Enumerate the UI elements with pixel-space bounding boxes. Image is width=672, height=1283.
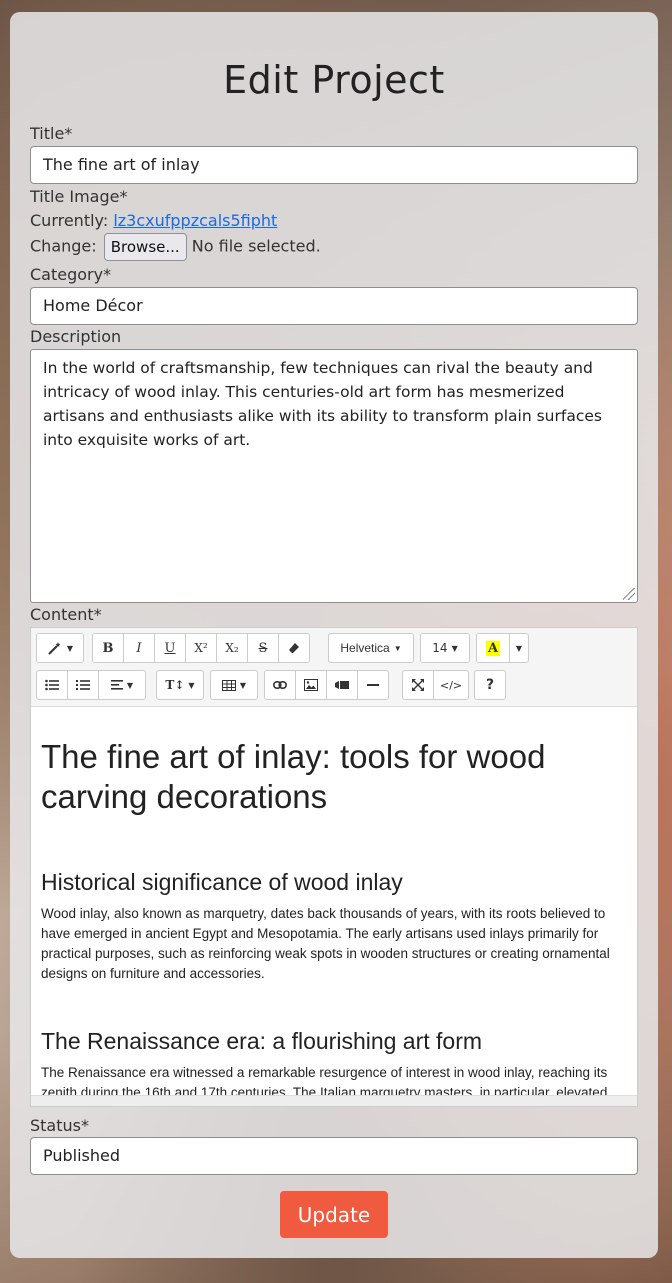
change-label: Change: [30,236,97,256]
section-paragraph-2: The Renaissance era witnessed a remarkab… [41,1065,608,1096]
magic-wand-icon[interactable]: ▼ [36,633,84,663]
resize-grip-icon[interactable] [623,588,635,600]
bold-button[interactable]: B [92,633,124,663]
horizontal-rule-icon[interactable] [357,670,389,700]
editor-content[interactable]: The fine art of inlay: tools for wood ca… [31,707,637,1096]
italic-button[interactable]: I [123,633,155,663]
editor-toolbar: ▼ B I U X² X₂ S Helvetica ▼ 14 ▼ A ▼ ▼ T… [31,628,637,707]
font-size-dropdown[interactable]: 14 ▼ [420,633,470,663]
align-icon[interactable]: ▼ [98,670,146,700]
fullscreen-icon[interactable] [402,670,434,700]
status-input[interactable]: Published [30,1137,638,1175]
editor-resize-bar[interactable] [31,1095,637,1106]
description-text: In the world of craftsmanship, few techn… [43,359,602,449]
description-textarea[interactable]: In the world of craftsmanship, few techn… [30,349,638,603]
currently-row: Currently: lz3cxufppzcals5fipht [30,211,277,230]
section-heading-2: The Renaissance era: a flourishing art f… [41,1028,483,1054]
change-row: Change: Browse... No file selected. [30,233,321,261]
currently-label: Currently: [30,211,109,230]
image-icon[interactable] [295,670,327,700]
table-icon[interactable]: ▼ [210,670,258,700]
rich-text-editor[interactable]: ▼ B I U X² X₂ S Helvetica ▼ 14 ▼ A ▼ ▼ T… [30,627,638,1107]
section-heading-1: Historical significance of wood inlay [41,869,403,895]
color-dropdown-icon[interactable]: ▼ [509,633,529,663]
category-label: Category* [30,265,112,284]
status-label: Status* [30,1116,89,1135]
strikethrough-button[interactable]: S [247,633,279,663]
browse-button[interactable]: Browse... [103,233,187,261]
superscript-button[interactable]: X² [185,633,217,663]
content-label: Content* [30,605,102,624]
title-image-label: Title Image* [30,187,128,206]
section-paragraph-1: Wood inlay, also known as marquetry, dat… [41,906,610,981]
subscript-button[interactable]: X₂ [216,633,248,663]
code-view-button[interactable]: </> [433,670,470,700]
title-input[interactable]: The fine art of inlay [30,146,638,184]
edit-project-card: Edit Project Title* The fine art of inla… [10,12,658,1258]
update-button[interactable]: Update [280,1191,388,1238]
current-image-link[interactable]: lz3cxufppzcals5fipht [113,211,277,230]
video-icon[interactable] [326,670,358,700]
unordered-list-icon[interactable] [36,670,68,700]
underline-button[interactable]: U [154,633,186,663]
no-file-text: No file selected. [191,236,321,256]
line-height-icon[interactable]: T↕ ▼ [156,670,204,700]
ordered-list-icon[interactable] [67,670,99,700]
page-title: Edit Project [223,58,445,102]
help-button[interactable]: ? [474,670,506,700]
eraser-icon[interactable] [278,633,310,663]
link-icon[interactable] [264,670,296,700]
font-color-button[interactable]: A [476,633,510,663]
category-input[interactable]: Home Décor [30,287,638,325]
font-family-dropdown[interactable]: Helvetica ▼ [328,633,414,663]
title-label: Title* [30,124,73,143]
article-heading: The fine art of inlay: tools for wood ca… [41,738,546,815]
description-label: Description [30,327,122,346]
